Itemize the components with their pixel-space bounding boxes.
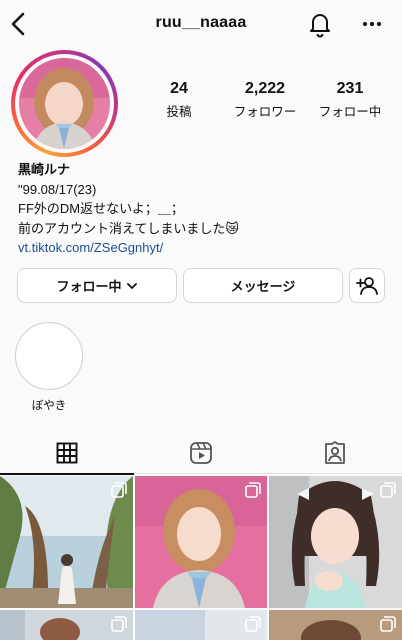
- post-thumbnail[interactable]: [269, 476, 402, 608]
- stat-following[interactable]: 231 フォロー中: [310, 80, 390, 120]
- tab-tagged[interactable]: [268, 432, 402, 474]
- story-highlight[interactable]: ぼやき: [15, 322, 83, 413]
- post-thumbnail[interactable]: [0, 476, 133, 608]
- bio-line-dm: FF外のDM返せないよ；＿；: [18, 201, 184, 216]
- multiple-photos-icon: [245, 482, 261, 498]
- post-thumbnail[interactable]: [135, 610, 267, 640]
- top-bar: ruu__naaaa: [0, 0, 402, 48]
- bell-icon[interactable]: [307, 10, 333, 38]
- posts-count: 24: [170, 80, 188, 97]
- display-name: 黒崎ルナ: [18, 162, 71, 177]
- multiple-photos-icon: [111, 482, 127, 498]
- bio-line-birthday: "99.08/17(23): [18, 181, 97, 197]
- highlight-cover: [15, 322, 83, 390]
- post-thumbnail[interactable]: [0, 610, 133, 640]
- following-button[interactable]: フォロー中: [17, 268, 177, 303]
- grid-icon: [56, 442, 78, 464]
- following-count: 231: [336, 80, 364, 97]
- chevron-down-icon: [126, 282, 137, 289]
- posts-grid: [0, 476, 402, 640]
- posts-label: 投稿: [166, 105, 192, 119]
- tagged-person-icon: [325, 441, 345, 464]
- stat-followers[interactable]: 2,222 フォロワー: [225, 80, 305, 120]
- bio-line-account: 前のアカウント消えてしまいました😿: [18, 220, 239, 236]
- more-dots-icon[interactable]: [360, 12, 384, 36]
- followers-count: 2,222: [244, 80, 286, 97]
- multiple-photos-icon: [380, 482, 396, 498]
- multiple-photos-icon: [111, 616, 127, 632]
- tab-reels[interactable]: [134, 432, 268, 474]
- message-button[interactable]: メッセージ: [183, 268, 343, 303]
- profile-bio: 黒崎ルナ "99.08/17(23) FF外のDM返せないよ；＿； 前のアカウン…: [18, 160, 388, 258]
- highlight-label: ぼやき: [31, 400, 67, 412]
- reels-icon: [190, 442, 212, 464]
- profile-username: ruu__naaaa: [155, 14, 247, 31]
- multiple-photos-icon: [245, 616, 261, 632]
- profile-tabs: [0, 432, 402, 474]
- followers-label: フォロワー: [233, 105, 297, 119]
- active-tab-indicator: [0, 473, 134, 475]
- post-thumbnail[interactable]: [135, 476, 267, 608]
- profile-avatar: [19, 58, 110, 149]
- post-thumbnail[interactable]: [269, 610, 402, 640]
- bio-link[interactable]: vt.tiktok.com/ZSeGgnhyt/: [18, 238, 388, 258]
- tab-posts-grid[interactable]: [0, 432, 134, 474]
- message-button-label: メッセージ: [230, 279, 296, 294]
- multiple-photos-icon: [380, 616, 396, 632]
- suggest-user-button[interactable]: [349, 268, 385, 303]
- add-person-icon: [356, 276, 378, 295]
- following-button-label: フォロー中: [56, 279, 122, 294]
- following-label: フォロー中: [318, 105, 382, 119]
- story-ring[interactable]: [11, 50, 118, 157]
- stat-posts[interactable]: 24 投稿: [139, 80, 219, 120]
